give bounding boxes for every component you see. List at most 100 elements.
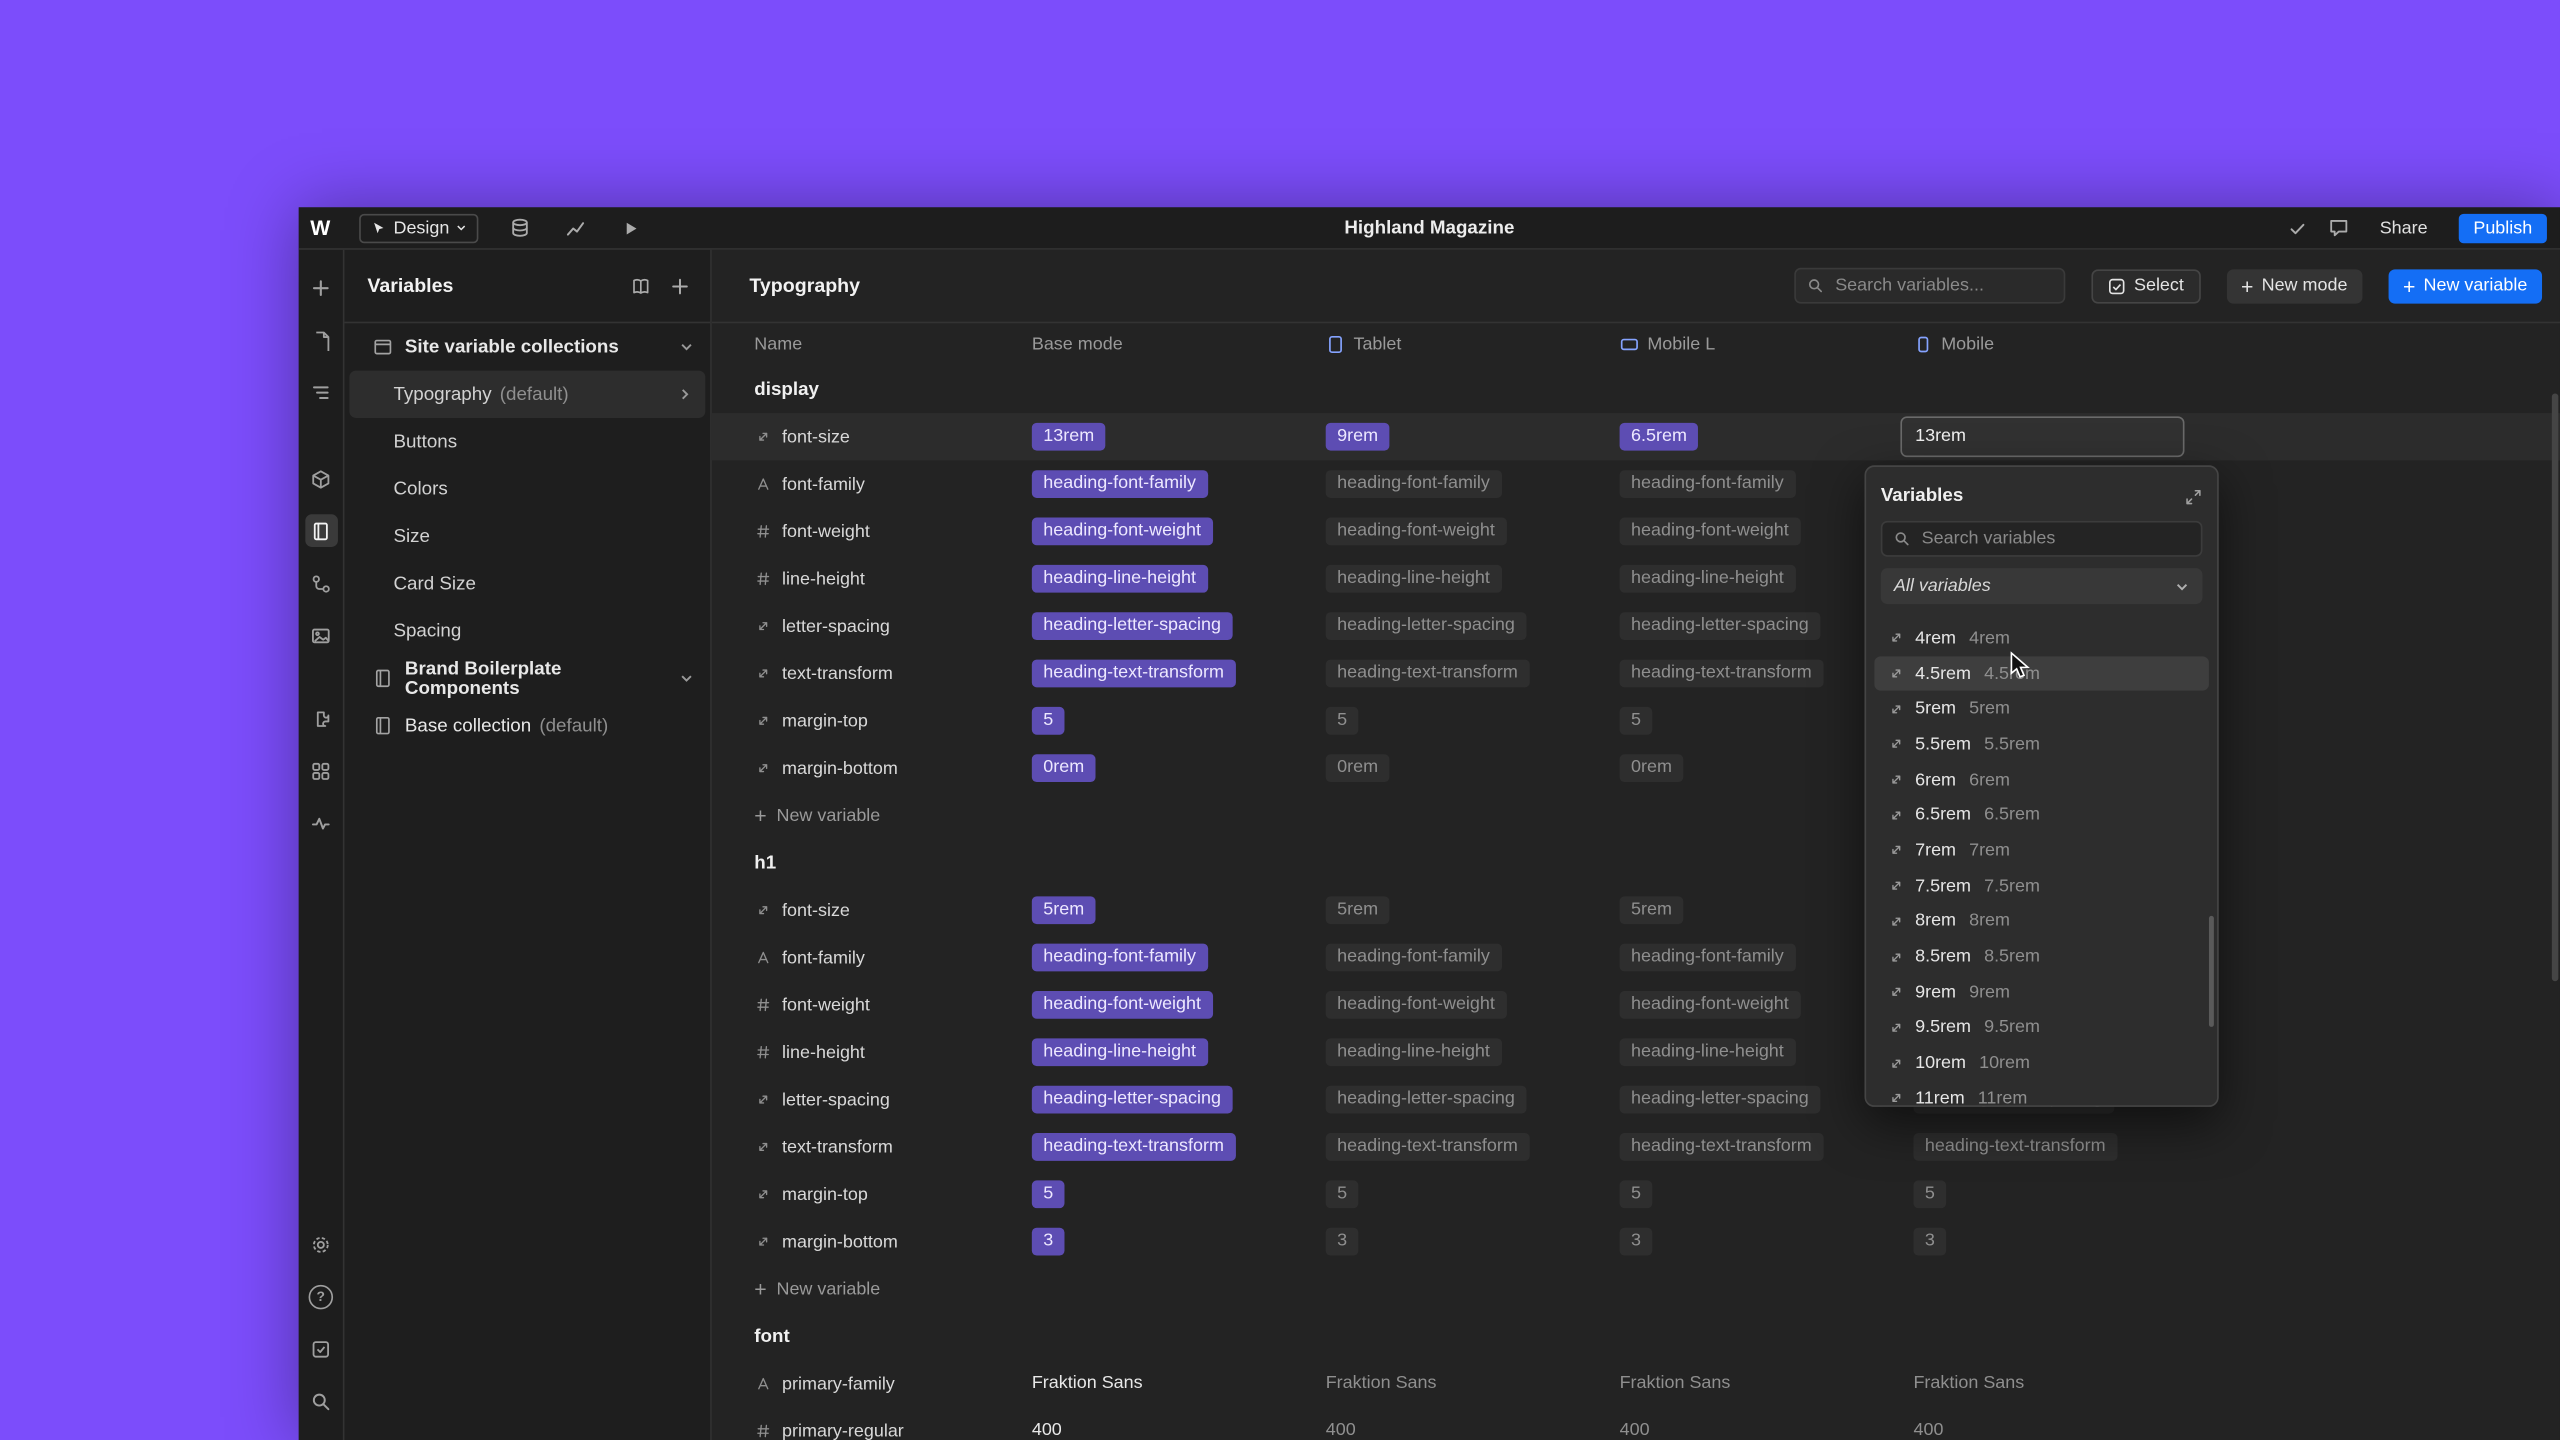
value-pill[interactable]: 13rem bbox=[1032, 423, 1106, 451]
apps-icon[interactable] bbox=[304, 754, 337, 787]
value-pill[interactable]: 5rem bbox=[1032, 896, 1096, 924]
value-pill[interactable]: heading-letter-spacing bbox=[1032, 612, 1233, 640]
logic-icon[interactable] bbox=[304, 567, 337, 600]
variables-filter-select[interactable]: All variables bbox=[1881, 568, 2203, 604]
assets-icon[interactable] bbox=[304, 619, 337, 652]
collection-item-spacing[interactable]: Spacing bbox=[349, 607, 705, 654]
value-ghost[interactable]: heading-font-family bbox=[1620, 470, 1796, 498]
select-button[interactable]: Select bbox=[2092, 269, 2201, 303]
navigator-icon[interactable] bbox=[304, 376, 337, 409]
publish-button[interactable]: Publish bbox=[2459, 213, 2547, 242]
value-muted[interactable]: Fraktion Sans bbox=[1913, 1370, 2024, 1398]
variable-row-letter-spacing[interactable]: letter-spacingheading-letter-spacinghead… bbox=[712, 1076, 2560, 1123]
variable-row-font-size[interactable]: font-size13rem9rem6.5rem13rem bbox=[712, 413, 2560, 460]
value-ghost[interactable]: 5 bbox=[1326, 1180, 1359, 1208]
value-ghost[interactable]: 5 bbox=[1326, 707, 1359, 735]
value-pill[interactable]: 0rem bbox=[1032, 754, 1096, 782]
column-header-mobile-l[interactable]: Mobile L bbox=[1620, 335, 1914, 355]
add-element-icon[interactable] bbox=[304, 271, 337, 304]
value-pill[interactable]: heading-font-family bbox=[1032, 944, 1208, 972]
search-variables-input[interactable] bbox=[1832, 274, 2052, 297]
collection-item-buttons[interactable]: Buttons bbox=[349, 418, 705, 465]
value-ghost[interactable]: heading-font-weight bbox=[1620, 991, 1801, 1019]
value-ghost[interactable]: 0rem bbox=[1326, 754, 1390, 782]
variable-option-9.5rem[interactable]: 9.5rem9.5rem bbox=[1874, 1010, 2209, 1045]
variable-row-font-family[interactable]: font-familyheading-font-familyheading-fo… bbox=[712, 934, 2560, 981]
value-ghost[interactable]: 5rem bbox=[1620, 896, 1684, 924]
variable-row-margin-top[interactable]: margin-top5555 bbox=[712, 697, 2560, 744]
value-pill[interactable]: heading-line-height bbox=[1032, 565, 1208, 593]
dropdown-search-input[interactable] bbox=[1918, 527, 2189, 550]
collection-item-colors[interactable]: Colors bbox=[349, 465, 705, 512]
value-pill[interactable]: heading-font-weight bbox=[1032, 991, 1213, 1019]
value-pill[interactable]: heading-letter-spacing bbox=[1032, 1086, 1233, 1114]
zoom-search-icon[interactable] bbox=[304, 1384, 337, 1417]
value-pill[interactable]: heading-line-height bbox=[1032, 1038, 1208, 1066]
variable-row-primary-family[interactable]: primary-familyFraktion SansFraktion Sans… bbox=[712, 1360, 2560, 1407]
collection-item-card-size[interactable]: Card Size bbox=[349, 560, 705, 607]
value-pill[interactable]: heading-text-transform bbox=[1032, 660, 1236, 688]
value-pill[interactable]: heading-font-family bbox=[1032, 470, 1208, 498]
variable-row-font-weight[interactable]: font-weightheading-font-weightheading-fo… bbox=[712, 981, 2560, 1028]
column-header-tablet[interactable]: Tablet bbox=[1326, 335, 1620, 355]
value-ghost[interactable]: heading-text-transform bbox=[1620, 1133, 1824, 1161]
library-book-icon[interactable] bbox=[630, 275, 651, 296]
variable-row-margin-bottom[interactable]: margin-bottom0rem0rem0rem0rem bbox=[712, 744, 2560, 791]
new-variable-row[interactable]: +New variable bbox=[712, 792, 2560, 839]
value-ghost[interactable]: heading-line-height bbox=[1620, 565, 1796, 593]
brand-boilerplate-components-header[interactable]: Brand Boilerplate Components bbox=[344, 655, 710, 702]
checklist-icon[interactable] bbox=[304, 1332, 337, 1365]
value-pill[interactable]: 6.5rem bbox=[1620, 423, 1699, 451]
value-ghost[interactable]: heading-line-height bbox=[1326, 1038, 1502, 1066]
new-mode-button[interactable]: + New mode bbox=[2226, 269, 2362, 303]
help-icon[interactable]: ? bbox=[304, 1280, 337, 1313]
value-ghost[interactable]: heading-font-weight bbox=[1326, 991, 1507, 1019]
variable-row-text-transform[interactable]: text-transformheading-text-transformhead… bbox=[712, 650, 2560, 697]
variable-option-5.5rem[interactable]: 5.5rem5.5rem bbox=[1874, 727, 2209, 762]
variable-option-8.5rem[interactable]: 8.5rem8.5rem bbox=[1874, 939, 2209, 974]
value-pill[interactable]: 3 bbox=[1032, 1228, 1065, 1256]
value-pill[interactable]: 5 bbox=[1032, 1180, 1065, 1208]
add-collection-icon[interactable] bbox=[669, 275, 690, 296]
components-icon[interactable] bbox=[304, 462, 337, 495]
value-ghost[interactable]: heading-line-height bbox=[1620, 1038, 1796, 1066]
variable-row-primary-regular[interactable]: primary-regular400400400400 bbox=[712, 1407, 2560, 1440]
variable-row-text-transform[interactable]: text-transformheading-text-transformhead… bbox=[712, 1123, 2560, 1170]
value-muted[interactable]: Fraktion Sans bbox=[1620, 1370, 1731, 1398]
expand-icon[interactable] bbox=[2184, 487, 2202, 505]
value-pill[interactable]: heading-font-weight bbox=[1032, 518, 1213, 546]
value-ghost[interactable]: heading-font-family bbox=[1326, 470, 1502, 498]
variable-option-6rem[interactable]: 6rem6rem bbox=[1874, 762, 2209, 797]
value-ghost[interactable]: heading-text-transform bbox=[1913, 1133, 2117, 1161]
collection-item-size[interactable]: Size bbox=[349, 513, 705, 560]
value-ghost[interactable]: heading-font-weight bbox=[1620, 518, 1801, 546]
value-ghost[interactable]: heading-letter-spacing bbox=[1620, 612, 1821, 640]
variable-row-letter-spacing[interactable]: letter-spacingheading-letter-spacinghead… bbox=[712, 602, 2560, 649]
variable-option-7.5rem[interactable]: 7.5rem7.5rem bbox=[1874, 868, 2209, 903]
value-ghost[interactable]: 0rem bbox=[1620, 754, 1684, 782]
share-button[interactable]: Share bbox=[2370, 216, 2438, 239]
value-ghost[interactable]: heading-font-family bbox=[1326, 944, 1502, 972]
design-menu-button[interactable]: Design bbox=[359, 213, 479, 242]
column-header-base-mode[interactable]: Base mode bbox=[1032, 335, 1326, 355]
variable-option-7rem[interactable]: 7rem7rem bbox=[1874, 833, 2209, 868]
new-variable-row[interactable]: +New variable bbox=[712, 1265, 2560, 1312]
variable-row-font-family[interactable]: font-familyheading-font-familyheading-fo… bbox=[712, 460, 2560, 507]
integrations-icon[interactable] bbox=[304, 702, 337, 735]
value-ghost[interactable]: heading-text-transform bbox=[1326, 1133, 1530, 1161]
dropdown-scrollbar[interactable] bbox=[2209, 916, 2214, 1027]
audit-icon[interactable] bbox=[304, 807, 337, 840]
variable-row-margin-bottom[interactable]: margin-bottom3333 bbox=[712, 1218, 2560, 1265]
value-muted[interactable]: 400 bbox=[1620, 1417, 1650, 1440]
value-text[interactable]: 400 bbox=[1032, 1417, 1062, 1440]
analytics-icon[interactable] bbox=[565, 217, 586, 238]
variable-option-4rem[interactable]: 4rem4rem bbox=[1874, 620, 2209, 655]
variable-row-font-size[interactable]: font-size5rem5rem5rem5rem bbox=[712, 887, 2560, 934]
variable-option-5rem[interactable]: 5rem5rem bbox=[1874, 691, 2209, 726]
value-ghost[interactable]: 3 bbox=[1620, 1228, 1653, 1256]
variable-option-6.5rem[interactable]: 6.5rem6.5rem bbox=[1874, 797, 2209, 832]
value-ghost[interactable]: heading-font-weight bbox=[1326, 518, 1507, 546]
site-variable-collections-header[interactable]: Site variable collections bbox=[344, 323, 710, 370]
value-muted[interactable]: 400 bbox=[1913, 1417, 1943, 1440]
variable-option-4.5rem[interactable]: 4.5rem4.5rem bbox=[1874, 656, 2209, 691]
